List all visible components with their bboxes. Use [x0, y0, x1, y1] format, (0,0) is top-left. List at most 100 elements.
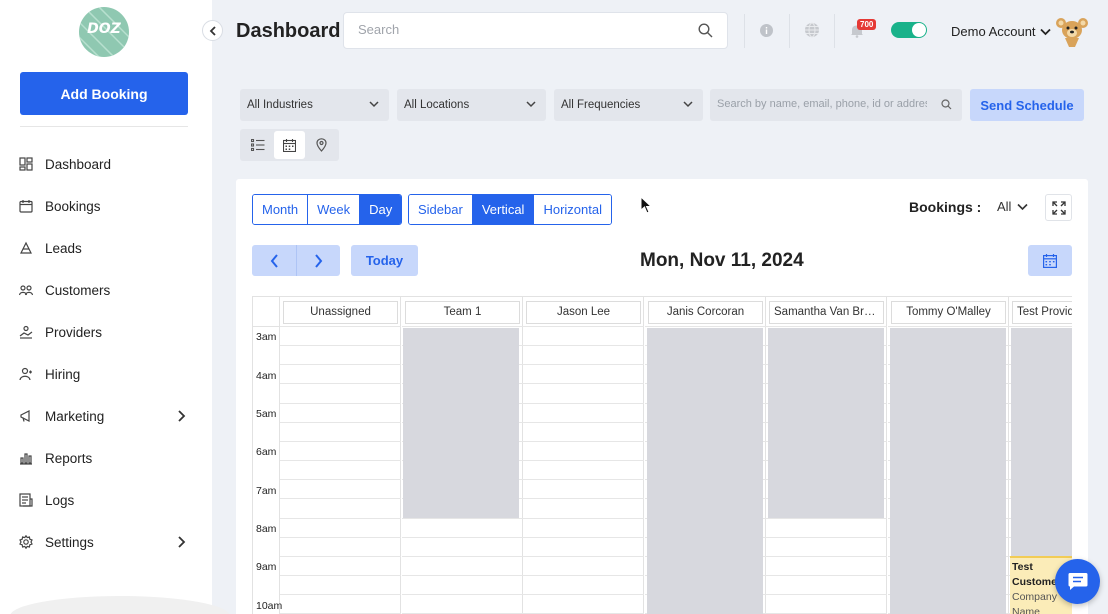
chevron-right-icon[interactable] [177, 536, 186, 548]
search-icon[interactable] [698, 23, 713, 38]
time-slot-line [280, 536, 401, 538]
time-slot-line [280, 460, 401, 462]
fullscreen-button[interactable] [1045, 194, 1072, 221]
sidebar-item-leads[interactable]: Leads [0, 227, 212, 269]
time-slot-line [523, 536, 644, 538]
vertical-layout-button[interactable]: Vertical [472, 195, 535, 224]
industry-select[interactable]: All Industries [240, 89, 389, 121]
globe-icon[interactable] [804, 22, 820, 38]
current-date: Mon, Nov 11, 2024 [640, 250, 804, 271]
previous-day-button[interactable] [252, 245, 296, 276]
map-pin-icon [316, 138, 327, 152]
collapse-sidebar-button[interactable] [202, 20, 223, 41]
avatar[interactable] [1055, 14, 1089, 48]
sidebar-item-marketing[interactable]: Marketing [0, 395, 212, 437]
frequency-select-value: All Frequencies [561, 99, 641, 111]
hour-label: 7am [256, 485, 277, 497]
send-schedule-button[interactable]: Send Schedule [970, 89, 1084, 121]
time-slot-line [280, 555, 401, 557]
header-divider [834, 14, 835, 48]
time-slot-line [523, 364, 644, 366]
hour-label: 8am [256, 523, 277, 535]
location-select[interactable]: All Locations [397, 89, 546, 121]
column-jason-lee[interactable]: Jason Lee [523, 297, 644, 614]
horizontal-layout-button[interactable]: Horizontal [534, 195, 611, 224]
column-header: Unassigned [283, 301, 398, 324]
add-booking-button[interactable]: Add Booking [20, 72, 188, 115]
sidebar-item-providers[interactable]: Providers [0, 311, 212, 353]
column-unassigned[interactable]: Unassigned [280, 297, 401, 614]
map-view-button[interactable] [306, 131, 337, 159]
location-select-value: All Locations [404, 99, 470, 111]
column-team-1[interactable]: Team 1 [402, 297, 523, 614]
sidebar-item-bookings[interactable]: Bookings [0, 185, 212, 227]
gutter-line [253, 326, 280, 327]
chevron-down-icon [1017, 203, 1029, 210]
time-slot-line [766, 574, 887, 576]
sidebar-item-label: Marketing [45, 408, 105, 424]
time-slot-line [766, 536, 887, 538]
sidebar-item-label: Settings [45, 534, 94, 550]
time-slot-line [402, 555, 523, 557]
today-button[interactable]: Today [351, 245, 418, 276]
chat-button[interactable] [1055, 559, 1100, 604]
next-day-button[interactable] [296, 245, 340, 276]
sidebar-layout-button[interactable]: Sidebar [409, 195, 473, 224]
calendar-card: Month Week Day Sidebar Vertical Horizont… [236, 179, 1088, 614]
hour-label: 4am [256, 370, 277, 382]
month-view-button[interactable]: Month [253, 195, 309, 224]
chat-icon [1068, 573, 1087, 590]
column-samantha-van-brau[interactable]: Samantha Van Brau... [766, 297, 887, 614]
frequency-select[interactable]: All Frequencies [554, 89, 703, 121]
time-slot-line [766, 555, 887, 557]
sidebar-item-logs[interactable]: Logs [0, 479, 212, 521]
date-picker-button[interactable] [1028, 245, 1072, 276]
sidebar-item-label: Logs [45, 492, 75, 508]
providers-icon [19, 325, 33, 339]
column-tommy-omalley[interactable]: Tommy O'Malley [888, 297, 1009, 614]
company-logo[interactable]: DOZ [79, 7, 129, 57]
search-input[interactable] [358, 22, 678, 37]
sidebar-item-dashboard[interactable]: Dashboard [0, 143, 212, 185]
time-slot-line [523, 555, 644, 557]
column-header: Team 1 [405, 301, 520, 324]
unavailable-block [768, 328, 884, 518]
week-view-button[interactable]: Week [308, 195, 361, 224]
time-slot-line [523, 479, 644, 481]
status-toggle[interactable] [891, 22, 927, 38]
hour-label: 9am [256, 561, 277, 573]
column-janis-corcoran[interactable]: Janis Corcoran [645, 297, 766, 614]
list-view-button[interactable] [242, 131, 273, 159]
day-view-button[interactable]: Day [360, 195, 402, 224]
logs-icon [19, 493, 33, 507]
calendar-view-button[interactable] [274, 131, 305, 159]
time-slot-line [280, 574, 401, 576]
mouse-cursor [640, 196, 652, 214]
sidebar: DOZ Add Booking Dashboard Bookings Leads… [0, 0, 230, 614]
sidebar-item-hiring[interactable]: Hiring [0, 353, 212, 395]
sidebar-item-settings[interactable]: Settings [0, 521, 212, 563]
hour-gutter: 3am 4am 5am 6am 7am 8am 9am 10am [253, 297, 283, 614]
time-slot-line [280, 402, 401, 404]
hour-label: 10am [256, 600, 283, 612]
hour-label: 3am [256, 331, 277, 343]
time-slot-line [1009, 326, 1072, 327]
calendar-icon [1043, 253, 1057, 268]
chevron-right-icon[interactable] [177, 410, 186, 422]
bookings-filter-label: Bookings : [909, 199, 982, 215]
info-icon[interactable] [759, 23, 774, 38]
account-menu[interactable]: Demo Account [951, 24, 1051, 39]
bookings-filter-select[interactable]: All [997, 199, 1029, 214]
global-search[interactable] [343, 12, 728, 49]
booking-search[interactable] [710, 89, 962, 121]
sidebar-footer-decoration [10, 596, 230, 614]
column-header: Test Provider [1012, 301, 1072, 324]
time-slot-line [280, 517, 401, 519]
list-icon [250, 139, 264, 151]
gear-icon [19, 535, 33, 549]
sidebar-item-reports[interactable]: Reports [0, 437, 212, 479]
booking-search-input[interactable] [717, 98, 927, 110]
sidebar-item-customers[interactable]: Customers [0, 269, 212, 311]
time-slot-line [766, 326, 887, 327]
search-icon[interactable] [941, 99, 952, 110]
